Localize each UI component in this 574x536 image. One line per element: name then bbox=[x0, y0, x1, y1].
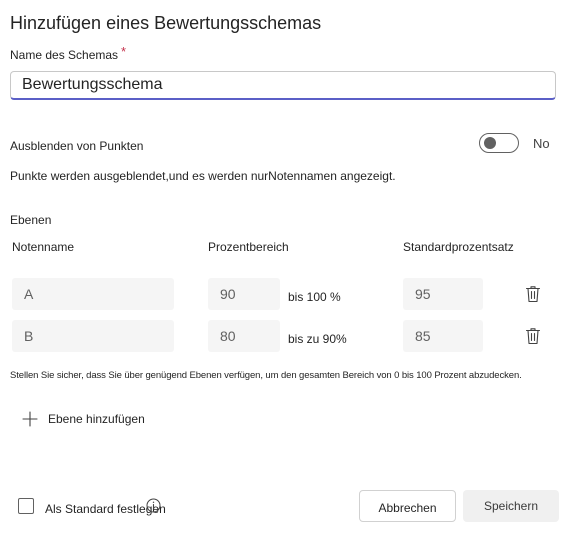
schema-name-label-text: Name des Schemas bbox=[10, 48, 119, 62]
add-level-label: Ebene hinzufügen bbox=[48, 412, 145, 426]
save-button[interactable]: Speichern bbox=[463, 490, 559, 522]
column-header-percent-range: Prozentbereich bbox=[208, 240, 289, 254]
coverage-warning: Stellen Sie sicher, dass Sie über genüge… bbox=[10, 370, 522, 381]
levels-heading: Ebenen bbox=[10, 213, 52, 227]
column-header-grade-name: Notenname bbox=[12, 240, 75, 254]
dialog-title: Hinzufügen eines Bewertungsschemas bbox=[10, 13, 322, 33]
cancel-button[interactable]: Abbrechen bbox=[359, 490, 456, 522]
range-end-label: bis zu 90% bbox=[288, 332, 347, 346]
default-percent-input[interactable] bbox=[403, 278, 483, 310]
schema-name-input[interactable] bbox=[10, 71, 556, 100]
hide-points-state: No bbox=[533, 136, 550, 151]
delete-level-button[interactable] bbox=[525, 327, 541, 350]
range-start-input[interactable] bbox=[208, 278, 280, 310]
trash-icon bbox=[525, 328, 541, 345]
hide-points-description: Punkte werden ausgeblendet,und es werden… bbox=[10, 169, 396, 183]
trash-icon bbox=[525, 286, 541, 303]
info-icon bbox=[146, 498, 161, 513]
toggle-knob bbox=[484, 137, 496, 149]
grade-name-input[interactable] bbox=[12, 278, 174, 310]
add-level-button[interactable]: Ebene hinzufügen bbox=[22, 408, 145, 430]
hide-points-label: Ausblenden von Punkten bbox=[10, 139, 144, 153]
info-button[interactable] bbox=[146, 498, 161, 518]
grade-name-input[interactable] bbox=[12, 320, 174, 352]
default-percent-input[interactable] bbox=[403, 320, 483, 352]
required-marker: * bbox=[121, 44, 127, 59]
hide-points-toggle[interactable] bbox=[479, 133, 519, 153]
range-end-label: bis 100 % bbox=[288, 290, 341, 304]
column-header-default-percent: Standardprozentsatz bbox=[403, 240, 514, 254]
delete-level-button[interactable] bbox=[525, 285, 541, 308]
schema-name-label: Name des Schemas * bbox=[10, 44, 127, 62]
plus-icon bbox=[22, 411, 38, 427]
set-default-checkbox[interactable] bbox=[18, 498, 34, 514]
range-start-input[interactable] bbox=[208, 320, 280, 352]
